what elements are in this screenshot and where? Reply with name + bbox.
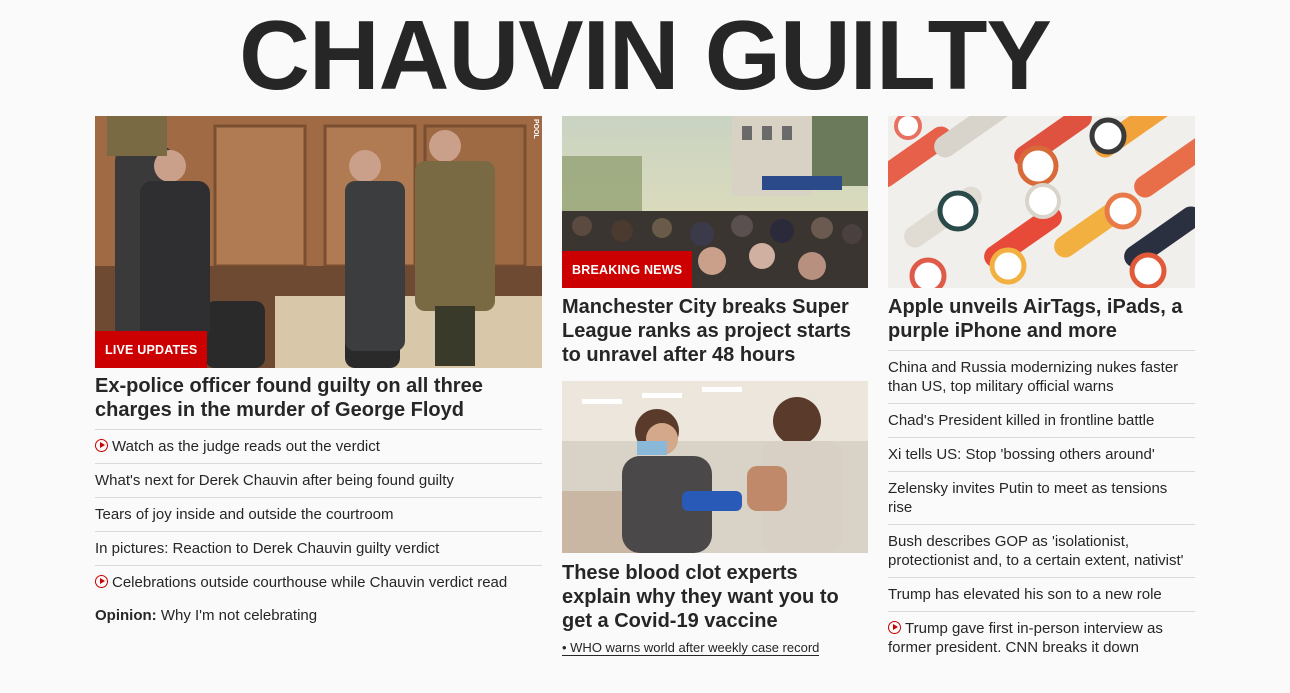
- covid-story-title[interactable]: These blood clot experts explain why the…: [562, 561, 868, 633]
- courtroom-image[interactable]: POOL LIVE UPDATES: [95, 116, 542, 368]
- right-column: Apple unveils AirTags, iPads, a purple i…: [888, 116, 1195, 664]
- list-item[interactable]: Tears of joy inside and outside the cour…: [95, 497, 542, 531]
- lead-story-links: Watch as the judge reads out the verdict…: [95, 429, 542, 632]
- airtags-image[interactable]: [888, 116, 1195, 288]
- breaking-news-badge: BREAKING NEWS: [562, 251, 693, 288]
- list-item[interactable]: Trump has elevated his son to a new role: [888, 577, 1195, 611]
- middle-column: BREAKING NEWS Manchester City breaks Sup…: [562, 116, 868, 657]
- apple-story-title[interactable]: Apple unveils AirTags, iPads, a purple i…: [888, 295, 1195, 343]
- list-item[interactable]: Trump gave first in-person interview as …: [888, 611, 1195, 664]
- list-item[interactable]: Watch as the judge reads out the verdict: [95, 429, 542, 463]
- play-video-icon: [95, 575, 108, 588]
- play-video-icon: [888, 621, 901, 634]
- list-item[interactable]: In pictures: Reaction to Derek Chauvin g…: [95, 531, 542, 565]
- list-item[interactable]: Xi tells US: Stop 'bossing others around…: [888, 437, 1195, 471]
- vaccine-image[interactable]: [562, 381, 868, 553]
- football-crowd-image[interactable]: BREAKING NEWS: [562, 116, 868, 288]
- list-item[interactable]: Chad's President killed in frontline bat…: [888, 403, 1195, 437]
- main-headline[interactable]: CHAUVIN GUILTY: [0, 0, 1290, 110]
- list-item[interactable]: Zelensky invites Putin to meet as tensio…: [888, 471, 1195, 524]
- list-item[interactable]: What's next for Derek Chauvin after bein…: [95, 463, 542, 497]
- list-item[interactable]: Bush describes GOP as 'isolationist, pro…: [888, 524, 1195, 577]
- opinion-link[interactable]: Opinion: Why I'm not celebrating: [95, 599, 542, 632]
- list-item[interactable]: China and Russia modernizing nukes faste…: [888, 350, 1195, 403]
- list-item[interactable]: Celebrations outside courthouse while Ch…: [95, 565, 542, 599]
- middle-story-title[interactable]: Manchester City breaks Super League rank…: [562, 295, 868, 367]
- play-video-icon: [95, 439, 108, 452]
- lead-story-title[interactable]: Ex-police officer found guilty on all th…: [95, 374, 542, 422]
- who-warns-link[interactable]: • WHO warns world after weekly case reco…: [562, 640, 820, 656]
- pool-credit: POOL: [532, 119, 539, 139]
- lead-story-column: POOL LIVE UPDATES Ex-police officer foun…: [95, 116, 542, 632]
- live-updates-badge: LIVE UPDATES: [95, 331, 208, 368]
- right-column-links: China and Russia modernizing nukes faste…: [888, 350, 1195, 664]
